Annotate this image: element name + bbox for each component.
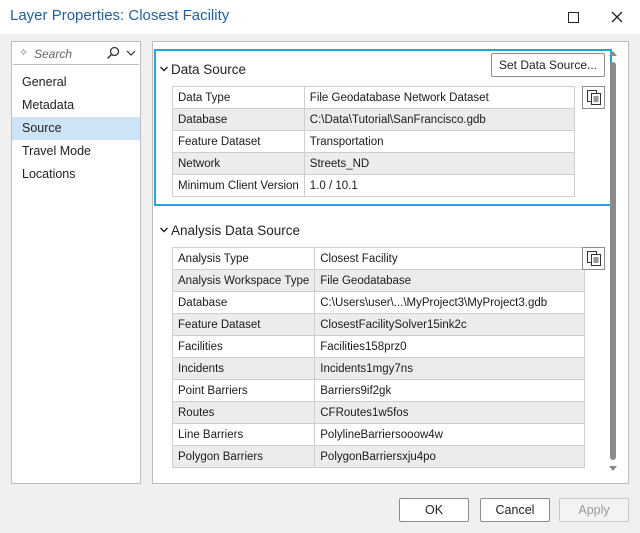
property-key: Database (172, 108, 305, 131)
analysis-data-source-header[interactable]: Analysis Data Source (171, 223, 300, 238)
property-key: Incidents (171, 357, 316, 380)
property-key: Minimum Client Version (172, 174, 305, 197)
chevron-down-icon[interactable] (125, 46, 137, 60)
table-row: Incidents Incidents1mgy7ns (171, 357, 586, 380)
table-row: Feature Dataset Transportation (172, 130, 575, 153)
property-value: Streets_ND (303, 152, 575, 175)
property-key: Analysis Workspace Type (171, 269, 316, 292)
nav-list: General Metadata Source Travel Mode Loca… (12, 71, 140, 186)
table-row: Polygon Barriers PolygonBarriersxju4po (171, 445, 586, 468)
property-key: Network (172, 152, 305, 175)
table-row: Network Streets_ND (172, 152, 575, 175)
set-data-source-button[interactable]: Set Data Source... (491, 53, 605, 77)
close-button[interactable] (594, 0, 640, 34)
property-value: PolylineBarriersooow4w (314, 423, 586, 446)
nav-item-locations[interactable]: Locations (12, 163, 140, 186)
nav-item-general[interactable]: General (12, 71, 140, 94)
vertical-scrollbar[interactable] (606, 48, 620, 476)
nav-item-source[interactable]: Source (12, 117, 140, 140)
property-value: Incidents1mgy7ns (314, 357, 586, 380)
table-row: Analysis Type Closest Facility (171, 247, 586, 270)
property-key: Analysis Type (171, 247, 316, 270)
property-value: C:\Data\Tutorial\SanFrancisco.gdb (303, 108, 575, 131)
table-row: Minimum Client Version 1.0 / 10.1 (172, 174, 575, 197)
property-key: Routes (171, 401, 316, 424)
chevron-down-icon[interactable] (159, 64, 169, 74)
table-row: Data Type File Geodatabase Network Datas… (172, 86, 575, 109)
copy-icon (586, 251, 601, 266)
copy-icon (586, 90, 601, 105)
navigation-pane: ✧ Search General Metadata Source Travel … (11, 41, 141, 484)
property-value: Facilities158prz0 (314, 335, 586, 358)
search-input[interactable]: ✧ Search (13, 43, 139, 65)
property-value: ClosestFacilitySolver15ink2c (314, 313, 586, 336)
property-value: 1.0 / 10.1 (303, 174, 575, 197)
sparkle-icon: ✧ (19, 47, 29, 59)
table-row: Database C:\Data\Tutorial\SanFrancisco.g… (172, 108, 575, 131)
property-key: Line Barriers (171, 423, 316, 446)
property-key: Facilities (171, 335, 316, 358)
chevron-down-icon[interactable] (159, 225, 169, 235)
property-value: C:\Users\user\...\MyProject3\MyProject3.… (314, 291, 586, 314)
ok-button[interactable]: OK (399, 498, 469, 522)
property-value: Closest Facility (314, 247, 586, 270)
analysis-data-source-table: Analysis Type Closest Facility Analysis … (171, 247, 586, 468)
window-title: Layer Properties: Closest Facility (10, 7, 230, 24)
property-key: Feature Dataset (172, 130, 305, 153)
table-row: Analysis Workspace Type File Geodatabase (171, 269, 586, 292)
property-key: Data Type (172, 86, 305, 109)
property-value: File Geodatabase (314, 269, 586, 292)
property-key: Feature Dataset (171, 313, 316, 336)
property-value: PolygonBarriersxju4po (314, 445, 586, 468)
property-key: Database (171, 291, 316, 314)
table-row: Facilities Facilities158prz0 (171, 335, 586, 358)
nav-item-travel-mode[interactable]: Travel Mode (12, 140, 140, 163)
table-row: Point Barriers Barriers9if2gk (171, 379, 586, 402)
search-placeholder: Search (34, 47, 73, 61)
property-key: Polygon Barriers (171, 445, 316, 468)
cancel-button[interactable]: Cancel (480, 498, 550, 522)
property-value: Barriers9if2gk (314, 379, 586, 402)
table-row: Feature Dataset ClosestFacilitySolver15i… (171, 313, 586, 336)
maximize-icon (567, 11, 579, 23)
property-key: Point Barriers (171, 379, 316, 402)
nav-item-metadata[interactable]: Metadata (12, 94, 140, 117)
title-bar: Layer Properties: Closest Facility (0, 0, 640, 34)
data-source-table: Data Type File Geodatabase Network Datas… (172, 86, 575, 197)
copy-analysis-source-button[interactable] (582, 247, 605, 270)
property-value: Transportation (303, 130, 575, 153)
copy-data-source-button[interactable] (582, 86, 605, 109)
table-row: Line Barriers PolylineBarriersooow4w (171, 423, 586, 446)
table-row: Database C:\Users\user\...\MyProject3\My… (171, 291, 586, 314)
data-source-header[interactable]: Data Source (171, 62, 246, 77)
close-icon (611, 11, 623, 23)
property-value: CFRoutes1w5fos (314, 401, 586, 424)
scroll-thumb[interactable] (610, 62, 616, 460)
maximize-button[interactable] (550, 0, 596, 34)
table-row: Routes CFRoutes1w5fos (171, 401, 586, 424)
property-value: File Geodatabase Network Dataset (303, 86, 575, 109)
scroll-down-icon[interactable] (609, 466, 617, 472)
scroll-up-icon[interactable] (609, 50, 617, 56)
apply-button[interactable]: Apply (559, 498, 629, 522)
search-icon[interactable] (105, 45, 121, 61)
